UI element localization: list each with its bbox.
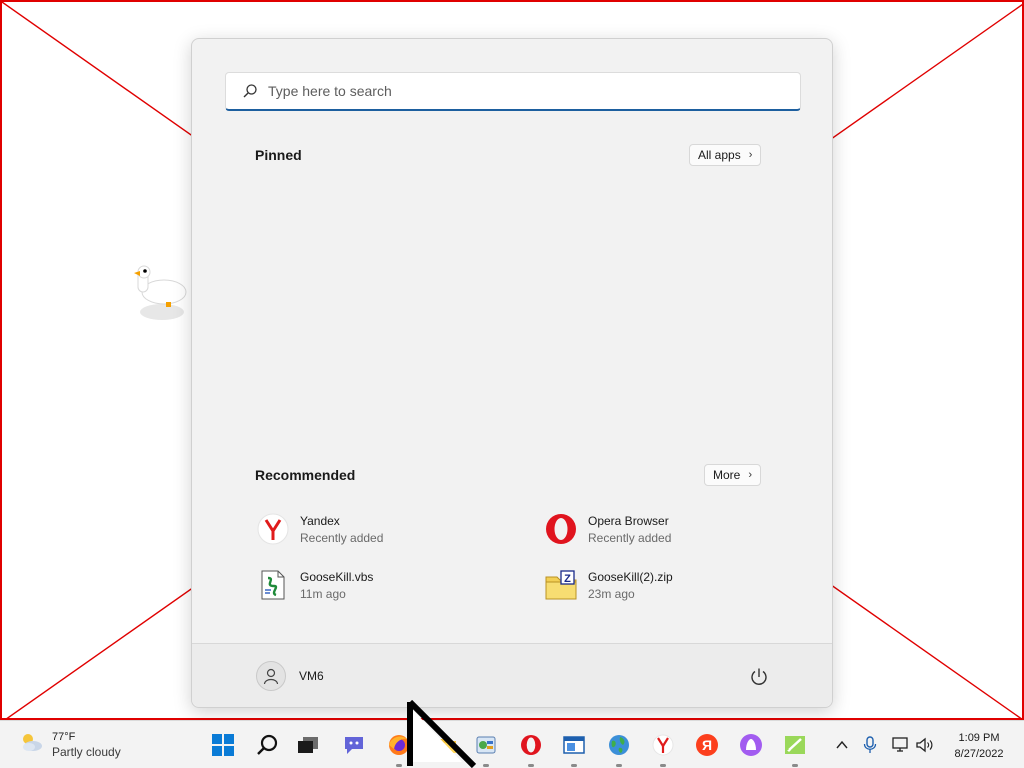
power-button[interactable] <box>748 666 770 688</box>
search-icon <box>242 83 258 99</box>
taskbar-yandex-button[interactable]: Я <box>691 729 723 761</box>
tray-network-button[interactable] <box>890 735 910 755</box>
taskbar-alice-button[interactable] <box>735 729 767 761</box>
recommended-item-goosekill-vbs[interactable]: GooseKill.vbs 11m ago <box>256 563 516 607</box>
chevron-right-icon: › <box>748 149 753 161</box>
all-apps-label: All apps <box>698 148 741 162</box>
search-input[interactable] <box>268 83 768 99</box>
recommended-item-name: GooseKill(2).zip <box>588 569 673 584</box>
clock-date: 8/27/2022 <box>954 748 1004 760</box>
clock-time: 1:09 PM <box>958 732 1000 744</box>
taskbar-network-globe-button[interactable] <box>603 729 635 767</box>
taskbar-search-button[interactable] <box>251 729 283 761</box>
yandex-icon: Я <box>696 734 718 756</box>
desktop-goose-sprite[interactable] <box>132 262 196 326</box>
recommended-item-opera[interactable]: Opera Browser Recently added <box>544 507 804 551</box>
taskbar-task-view-button[interactable] <box>292 729 324 761</box>
taskbar: 77°F Partly cloudy Я 1:09 PM 8/27/2022 <box>0 720 1024 768</box>
recommended-item-subtitle: 23m ago <box>588 586 635 601</box>
taskbar-clock[interactable]: 1:09 PM 8/27/2022 <box>940 730 1018 762</box>
weather-widget[interactable]: 77°F Partly cloudy <box>18 729 121 760</box>
taskbar-chat-button[interactable] <box>338 729 370 761</box>
svg-text:Z: Z <box>564 573 571 585</box>
recommended-item-subtitle: Recently added <box>588 530 672 545</box>
opera-icon <box>521 735 541 755</box>
chevron-right-icon: › <box>748 469 753 481</box>
weather-condition: Partly cloudy <box>52 744 121 759</box>
svg-text:Я: Я <box>702 737 712 753</box>
recommended-item-name: GooseKill.vbs <box>300 569 374 584</box>
search-icon <box>257 734 278 755</box>
recommended-item-goosekill-zip[interactable]: Z GooseKill(2).zip 23m ago <box>544 563 804 607</box>
yandex-browser-icon <box>652 734 674 756</box>
all-apps-button[interactable]: All apps › <box>689 144 762 166</box>
volume-icon <box>916 737 933 753</box>
user-name: VM6 <box>299 669 324 683</box>
notepad-icon <box>785 736 805 754</box>
zip-archive-icon: Z <box>544 568 578 602</box>
running-indicator <box>616 764 622 767</box>
network-globe-icon <box>609 735 629 755</box>
taskbar-notepad-button[interactable] <box>779 729 811 767</box>
weather-temperature: 77°F <box>52 730 76 743</box>
recommended-item-subtitle: Recently added <box>300 530 384 545</box>
pinned-title: Pinned <box>255 147 302 163</box>
running-indicator <box>396 764 402 767</box>
partly-cloudy-icon <box>18 729 44 760</box>
tray-overflow-button[interactable] <box>832 735 852 755</box>
opera-icon <box>544 512 578 546</box>
power-icon <box>751 668 767 685</box>
user-avatar-icon <box>256 661 286 691</box>
recommended-item-name: Opera Browser <box>588 513 669 528</box>
recommended-item-subtitle: 11m ago <box>300 586 346 601</box>
chat-icon <box>345 737 363 754</box>
chevron-up-icon <box>836 740 848 749</box>
recommended-title: Recommended <box>255 467 356 483</box>
recommended-item-yandex[interactable]: Yandex Recently added <box>256 507 516 551</box>
taskbar-start-button[interactable] <box>207 729 239 761</box>
alice-assistant-icon <box>740 734 762 756</box>
user-account-button[interactable]: VM6 <box>256 660 324 692</box>
recommended-item-name: Yandex <box>300 513 340 528</box>
window-app-icon <box>563 736 585 754</box>
running-indicator <box>571 764 577 767</box>
running-indicator <box>792 764 798 767</box>
tray-volume-button[interactable] <box>915 735 935 755</box>
microphone-icon <box>863 736 877 753</box>
task-view-icon <box>298 737 318 753</box>
start-search-box[interactable] <box>225 72 801 111</box>
running-indicator <box>528 764 534 767</box>
running-indicator <box>660 764 666 767</box>
vbs-script-icon <box>256 568 290 602</box>
tray-microphone-button[interactable] <box>860 735 880 755</box>
windows-start-icon <box>212 734 234 756</box>
taskbar-window-app-button[interactable] <box>558 729 590 767</box>
more-button[interactable]: More › <box>704 464 762 486</box>
start-menu: Pinned All apps › Recommended More › Yan… <box>191 38 833 708</box>
network-icon <box>892 737 908 752</box>
more-label: More <box>713 468 741 482</box>
taskbar-opera-button[interactable] <box>515 729 547 767</box>
taskbar-yandex-browser-button[interactable] <box>647 729 679 767</box>
start-menu-footer: VM6 <box>192 643 832 707</box>
mouse-pointer-icon <box>407 700 477 768</box>
yandex-browser-icon <box>256 512 290 546</box>
